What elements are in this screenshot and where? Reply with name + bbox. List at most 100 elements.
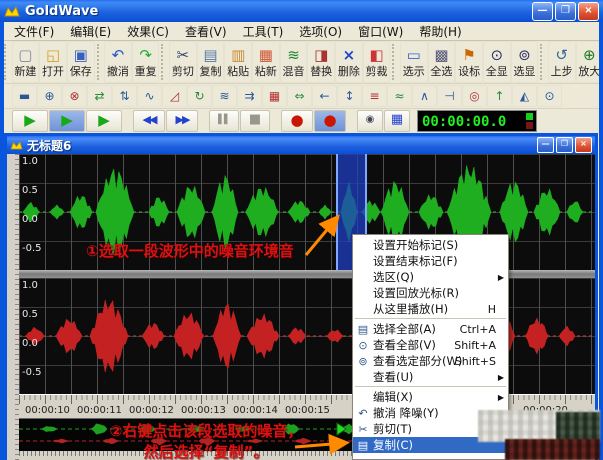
magnifier-icon: ⊚ [353,355,373,368]
magnifier-all-icon: ⊙ [490,47,503,65]
play-button[interactable]: ▶ [12,110,48,132]
device-controls-button[interactable]: ▦ [384,110,410,132]
effect-icon[interactable]: ↕ [337,85,362,107]
goldwave-logo-icon [10,140,23,150]
previous-zoom-button[interactable]: ↺上步 [548,41,576,83]
annotation-step2-line2: 然后选择“复制”。 [60,441,352,460]
effect-icon[interactable]: ◿ [162,85,187,107]
button-label: 设标 [458,65,480,78]
select-all-button[interactable]: ▩全选 [428,41,456,83]
effect-icon[interactable]: ▬ [12,85,37,107]
menu-window[interactable]: 窗口(W) [350,22,411,41]
menu-edit[interactable]: 编辑(E) [62,22,119,41]
menu-item-edit[interactable]: 编辑(X)▶ [353,389,508,405]
effect-icon[interactable]: ≡ [362,85,387,107]
menu-item-set-start-marker[interactable]: 设置开始标记(S) [353,237,508,253]
save-button[interactable]: ▣保存 [67,41,95,83]
effect-icon[interactable]: ⊙ [537,85,562,107]
show-selection-button[interactable]: ⊚选显 [511,41,539,83]
effect-icon[interactable]: ▦ [262,85,287,107]
record-button[interactable]: ● [281,110,313,132]
document-title-bar[interactable]: 无标题6 — ❐ × [7,136,595,154]
effect-icon[interactable]: ⊕ [37,85,62,107]
menu-view[interactable]: 查看(V) [177,22,235,41]
maximize-button[interactable]: ❐ [555,2,576,21]
mix-button[interactable]: ≋混音 [280,41,308,83]
toolbar-separator [161,44,167,80]
menu-options[interactable]: 选项(O) [291,22,350,41]
effect-icon[interactable]: ≋ [212,85,237,107]
title-bar[interactable]: GoldWave — ❐ × [0,0,603,22]
effect-icon[interactable]: ∧ [412,85,437,107]
rewind-button[interactable]: ◀◀ [133,110,165,132]
doc-maximize-button[interactable]: ❐ [556,137,573,153]
delete-button[interactable]: ×删除 [335,41,363,83]
menu-effects[interactable]: 效果(C) [119,22,177,41]
fast-forward-button[interactable]: ▶▶ [166,110,198,132]
effect-icon[interactable]: ↻ [187,85,212,107]
copy-button[interactable]: ▤复制 [197,41,225,83]
effect-icon[interactable]: ≈ [387,85,412,107]
select-view-button[interactable]: ▭选示 [400,41,428,83]
record-selection-button[interactable]: ● [314,110,346,132]
trim-button[interactable]: ◧剪裁 [363,41,391,83]
pause-button[interactable]: ▌▌ [209,110,239,132]
zoom-in-icon: ⊕ [583,47,596,65]
menu-item-view-all[interactable]: ⊙查看全部(V)Shift+A [353,337,508,353]
censored-mosaic [556,412,600,442]
effect-icon[interactable]: ⇉ [237,85,262,107]
button-label: 删除 [338,65,360,78]
monitor-button[interactable]: ◉ [357,110,383,132]
effect-icon[interactable]: ⇔ [287,85,312,107]
effect-icon[interactable]: ◎ [462,85,487,107]
menu-item-view-selection[interactable]: ⊚查看选定部分(W)Shift+S [353,353,508,369]
effect-icon[interactable]: ⊣ [437,85,462,107]
menu-item-play-from-here[interactable]: 从这里播放(H)H [353,301,508,317]
set-marker-button[interactable]: ⚑设标 [455,41,483,83]
cut-button[interactable]: ✂剪切 [169,41,197,83]
menu-bar: 文件(F) 编辑(E) 效果(C) 查看(V) 工具(T) 选项(O) 窗口(W… [0,22,603,41]
effect-icon[interactable]: ⇅ [112,85,137,107]
close-button[interactable]: × [578,2,599,21]
paste-button[interactable]: ▥粘贴 [224,41,252,83]
effect-icon[interactable]: ⇄ [87,85,112,107]
button-label: 上步 [551,65,573,78]
redo-button[interactable]: ↷重复 [132,41,160,83]
effect-icon[interactable]: ⊗ [62,85,87,107]
menu-file[interactable]: 文件(F) [6,22,62,41]
effect-icon[interactable]: ↑ [487,85,512,107]
button-label: 放大 [578,65,600,78]
menu-item-set-playback-cursor[interactable]: 设置回放光标(R) [353,285,508,301]
open-button[interactable]: ◱打开 [39,41,67,83]
goldwave-logo-icon [4,5,20,17]
toolbar-grip[interactable] [4,44,10,80]
transport-toolbar: ▶ ▶ ▶ ◀◀ ▶▶ ▌▌ ■ ● ● ◉ ▦ 00:00:00.0 [0,109,603,133]
stop-button[interactable]: ■ [240,110,270,132]
show-all-button[interactable]: ⊙全显 [483,41,511,83]
menu-item-view[interactable]: 查看(U)▶ [353,369,508,385]
paste-icon: ▥ [231,47,245,65]
doc-close-button[interactable]: × [575,137,592,153]
trim-icon: ◧ [369,47,383,65]
undo-button[interactable]: ↶撤消 [104,41,132,83]
paste-new-button[interactable]: ▦粘新 [252,41,280,83]
time-tick-label: 00:00:15 [285,405,330,416]
play-selection-button[interactable]: ▶ [49,110,85,132]
time-tick-label: 00:00:10 [25,405,70,416]
replace-button[interactable]: ◨替换 [307,41,335,83]
submenu-arrow-icon: ▶ [498,393,504,402]
amplitude-label: -0.5 [22,243,42,254]
menu-tools[interactable]: 工具(T) [235,22,292,41]
minimize-button[interactable]: — [532,2,553,21]
menu-item-select-all[interactable]: ▤选择全部(A)Ctrl+A [353,321,508,337]
amplitude-label: 0.5 [22,185,38,196]
play-marked-button[interactable]: ▶ [86,110,122,132]
effect-icon[interactable]: ◭ [512,85,537,107]
new-button[interactable]: ▢新建 [12,41,40,83]
menu-item-set-end-marker[interactable]: 设置结束标记(F) [353,253,508,269]
menu-item-selection[interactable]: 选区(Q)▶ [353,269,508,285]
doc-minimize-button[interactable]: — [537,137,554,153]
effect-icon[interactable]: ← [312,85,337,107]
menu-help[interactable]: 帮助(H) [411,22,469,41]
effect-icon[interactable]: ∿ [137,85,162,107]
